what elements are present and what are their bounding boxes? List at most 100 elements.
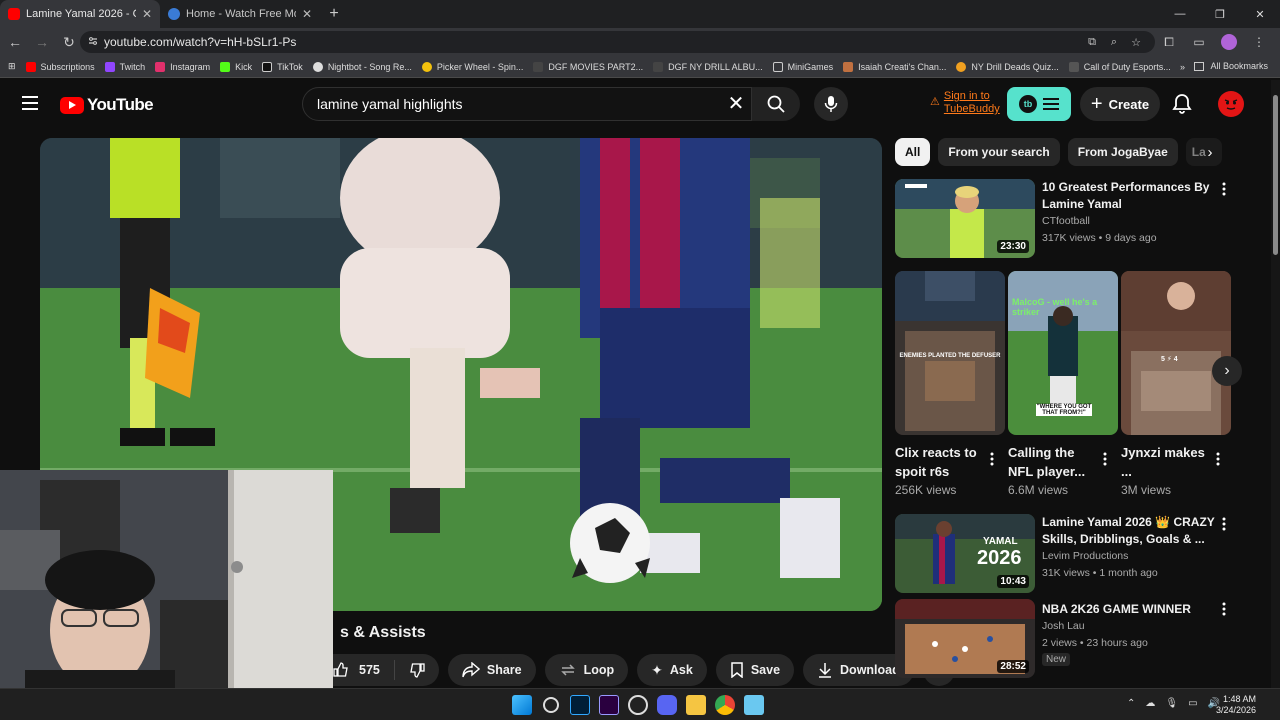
- address-bar[interactable]: youtube.com/watch?v=hH-bSLr1-Ps ⧉ ⌕ ☆: [80, 31, 1155, 53]
- video-thumbnail[interactable]: 28:52: [895, 599, 1035, 678]
- forward-button[interactable]: →: [30, 28, 54, 56]
- video-thumbnail[interactable]: YAMAL 2026 10:43: [895, 514, 1035, 593]
- more-vertical-icon[interactable]: [1220, 181, 1228, 197]
- tab-movies[interactable]: Home - Watch Free Movies On ✕: [160, 0, 320, 28]
- channel-name[interactable]: Levim Productions: [1042, 550, 1128, 562]
- all-bookmarks-button[interactable]: All Bookmarks: [1194, 61, 1268, 71]
- user-avatar[interactable]: [1218, 91, 1244, 117]
- recommendation-title[interactable]: Lamine Yamal 2026 👑 CRAZY Skills, Dribbl…: [1042, 514, 1217, 548]
- microphone-icon[interactable]: 🎙: [1165, 698, 1178, 709]
- extensions-icon[interactable]: ⧠: [1158, 31, 1180, 53]
- bookmarks-overflow-icon[interactable]: »: [1180, 62, 1185, 72]
- profile-avatar[interactable]: [1218, 31, 1240, 53]
- channel-name[interactable]: CTfootball: [1042, 215, 1090, 227]
- short-title[interactable]: Calling the NFL player...: [1008, 443, 1098, 481]
- search-button[interactable]: [752, 87, 800, 121]
- chevron-right-icon[interactable]: ›: [1200, 143, 1220, 163]
- photoshop-icon[interactable]: [570, 695, 590, 715]
- more-vertical-icon[interactable]: [989, 451, 995, 467]
- bookmark-drill-quiz[interactable]: NY Drill Deads Quiz...: [956, 61, 1059, 72]
- close-tab-icon[interactable]: ✕: [142, 7, 152, 21]
- apps-grid-icon[interactable]: ⊞: [8, 61, 16, 72]
- taskbar-clock[interactable]: 1:48 AM 3/24/2026: [1216, 694, 1256, 716]
- chip-all[interactable]: All: [895, 138, 931, 166]
- file-explorer-icon[interactable]: [686, 695, 706, 715]
- youtube-logo[interactable]: YouTube: [60, 95, 154, 115]
- voice-search-button[interactable]: [814, 87, 848, 121]
- short-thumbnail[interactable]: 5 ⚡ 4: [1121, 271, 1231, 435]
- channel-name[interactable]: Josh Lau: [1042, 620, 1085, 632]
- short-thumbnail[interactable]: MalcoG - well he's a striker "WHERE YOU …: [1008, 271, 1118, 435]
- onedrive-icon[interactable]: ☁: [1145, 698, 1155, 709]
- bookmark-subscriptions[interactable]: Subscriptions: [25, 61, 95, 72]
- tray-overflow-icon[interactable]: ⌃: [1127, 698, 1135, 709]
- notifications-bell-icon[interactable]: [1170, 92, 1194, 116]
- shorts-next-button[interactable]: ›: [1212, 356, 1242, 386]
- short-item[interactable]: ENEMIES PLANTED THE DEFUSER Clix reacts …: [895, 271, 1005, 497]
- close-tab-icon[interactable]: ✕: [302, 7, 312, 21]
- recommendation-title[interactable]: NBA 2K26 GAME WINNER: [1042, 601, 1217, 618]
- bookmark-picker-wheel[interactable]: Picker Wheel - Spin...: [421, 61, 523, 72]
- video-thumbnail[interactable]: 23:30: [895, 179, 1035, 258]
- scrollbar-thumb[interactable]: [1273, 95, 1278, 255]
- tubebuddy-menu-button[interactable]: tb: [1007, 87, 1071, 121]
- ask-button[interactable]: ✦ Ask: [637, 654, 707, 686]
- short-thumbnail[interactable]: ENEMIES PLANTED THE DEFUSER: [895, 271, 1005, 435]
- search-input[interactable]: lamine yamal highlights: [302, 87, 752, 121]
- chrome-menu-icon[interactable]: ⋮: [1248, 31, 1270, 53]
- network-icon[interactable]: ▭: [1188, 698, 1197, 709]
- obs-icon[interactable]: [628, 695, 648, 715]
- chip-from-jogabyae[interactable]: From JogaByae: [1067, 138, 1178, 166]
- new-tab-button[interactable]: +: [320, 0, 348, 28]
- create-button[interactable]: + Create: [1080, 87, 1160, 121]
- loop-button[interactable]: Loop: [544, 654, 629, 686]
- notepad-icon[interactable]: [744, 695, 764, 715]
- bookmark-cod-esports[interactable]: Call of Duty Esports...: [1068, 61, 1171, 72]
- share-button[interactable]: Share: [447, 654, 536, 686]
- more-vertical-icon[interactable]: [1215, 451, 1221, 467]
- chrome-icon[interactable]: [715, 695, 735, 715]
- bookmark-dgf-movies[interactable]: DGF MOVIES PART2...: [533, 61, 643, 72]
- like-button[interactable]: 575: [333, 660, 395, 680]
- close-window-button[interactable]: ✕: [1240, 0, 1280, 28]
- side-panel-icon[interactable]: ▭: [1188, 31, 1210, 53]
- bookmark-instagram[interactable]: Instagram: [155, 61, 210, 72]
- site-info-icon[interactable]: [88, 36, 98, 46]
- bookmark-dgf-drill[interactable]: DGF NY DRILL ALBU...: [653, 61, 763, 72]
- short-item[interactable]: MalcoG - well he's a striker "WHERE YOU …: [1008, 271, 1118, 497]
- recommendation-item[interactable]: YAMAL 2026 10:43 Lamine Yamal 2026 👑 CRA…: [895, 514, 1240, 594]
- tubebuddy-signin-link[interactable]: ⚠ Sign in to TubeBuddy: [930, 90, 1000, 116]
- clear-search-icon[interactable]: ✕: [726, 94, 746, 114]
- recommendation-item[interactable]: 23:30 10 Greatest Performances By Lamine…: [895, 179, 1240, 259]
- bookmark-nightbot[interactable]: Nightbot - Song Re...: [312, 61, 412, 72]
- recommendation-title[interactable]: 10 Greatest Performances By Lamine Yamal: [1042, 179, 1217, 213]
- bookmark-minigames[interactable]: MiniGames: [772, 61, 833, 72]
- back-button[interactable]: ←: [3, 28, 27, 56]
- tab-youtube-video[interactable]: Lamine Yamal 2026 - Crazy Skil ✕: [0, 0, 160, 28]
- bookmark-kick[interactable]: Kick: [220, 61, 252, 72]
- dislike-button[interactable]: [395, 662, 439, 678]
- bookmark-twitch[interactable]: Twitch: [104, 61, 145, 72]
- chip-from-your-search[interactable]: From your search: [938, 138, 1060, 166]
- more-vertical-icon[interactable]: [1220, 516, 1228, 532]
- more-vertical-icon[interactable]: [1102, 451, 1108, 467]
- reload-button[interactable]: ↻: [57, 28, 81, 56]
- windows-start-icon[interactable]: [512, 695, 532, 715]
- bookmark-star-icon[interactable]: ☆: [1129, 35, 1143, 49]
- short-item[interactable]: 5 ⚡ 4 Jynxzi makes ... 3M views: [1121, 271, 1231, 497]
- discord-icon[interactable]: [657, 695, 677, 715]
- bookmark-isaiah-channel[interactable]: Isaiah Creati's Chan...: [843, 61, 946, 72]
- recommendation-item[interactable]: 28:52 NBA 2K26 GAME WINNER Josh Lau 2 vi…: [895, 599, 1240, 679]
- restore-button[interactable]: ❐: [1200, 0, 1240, 28]
- premiere-icon[interactable]: [599, 695, 619, 715]
- menu-icon[interactable]: [22, 96, 38, 110]
- minimize-button[interactable]: —: [1160, 0, 1200, 28]
- zoom-icon[interactable]: ⌕: [1107, 35, 1121, 49]
- install-app-icon[interactable]: ⧉: [1085, 35, 1099, 49]
- short-title[interactable]: Jynxzi makes ...: [1121, 443, 1211, 481]
- bookmark-tiktok[interactable]: TikTok: [262, 61, 303, 72]
- more-vertical-icon[interactable]: [1220, 601, 1228, 617]
- search-icon[interactable]: [543, 697, 559, 713]
- short-title[interactable]: Clix reacts to spoit r6s: [895, 443, 985, 481]
- save-button[interactable]: Save: [715, 654, 795, 686]
